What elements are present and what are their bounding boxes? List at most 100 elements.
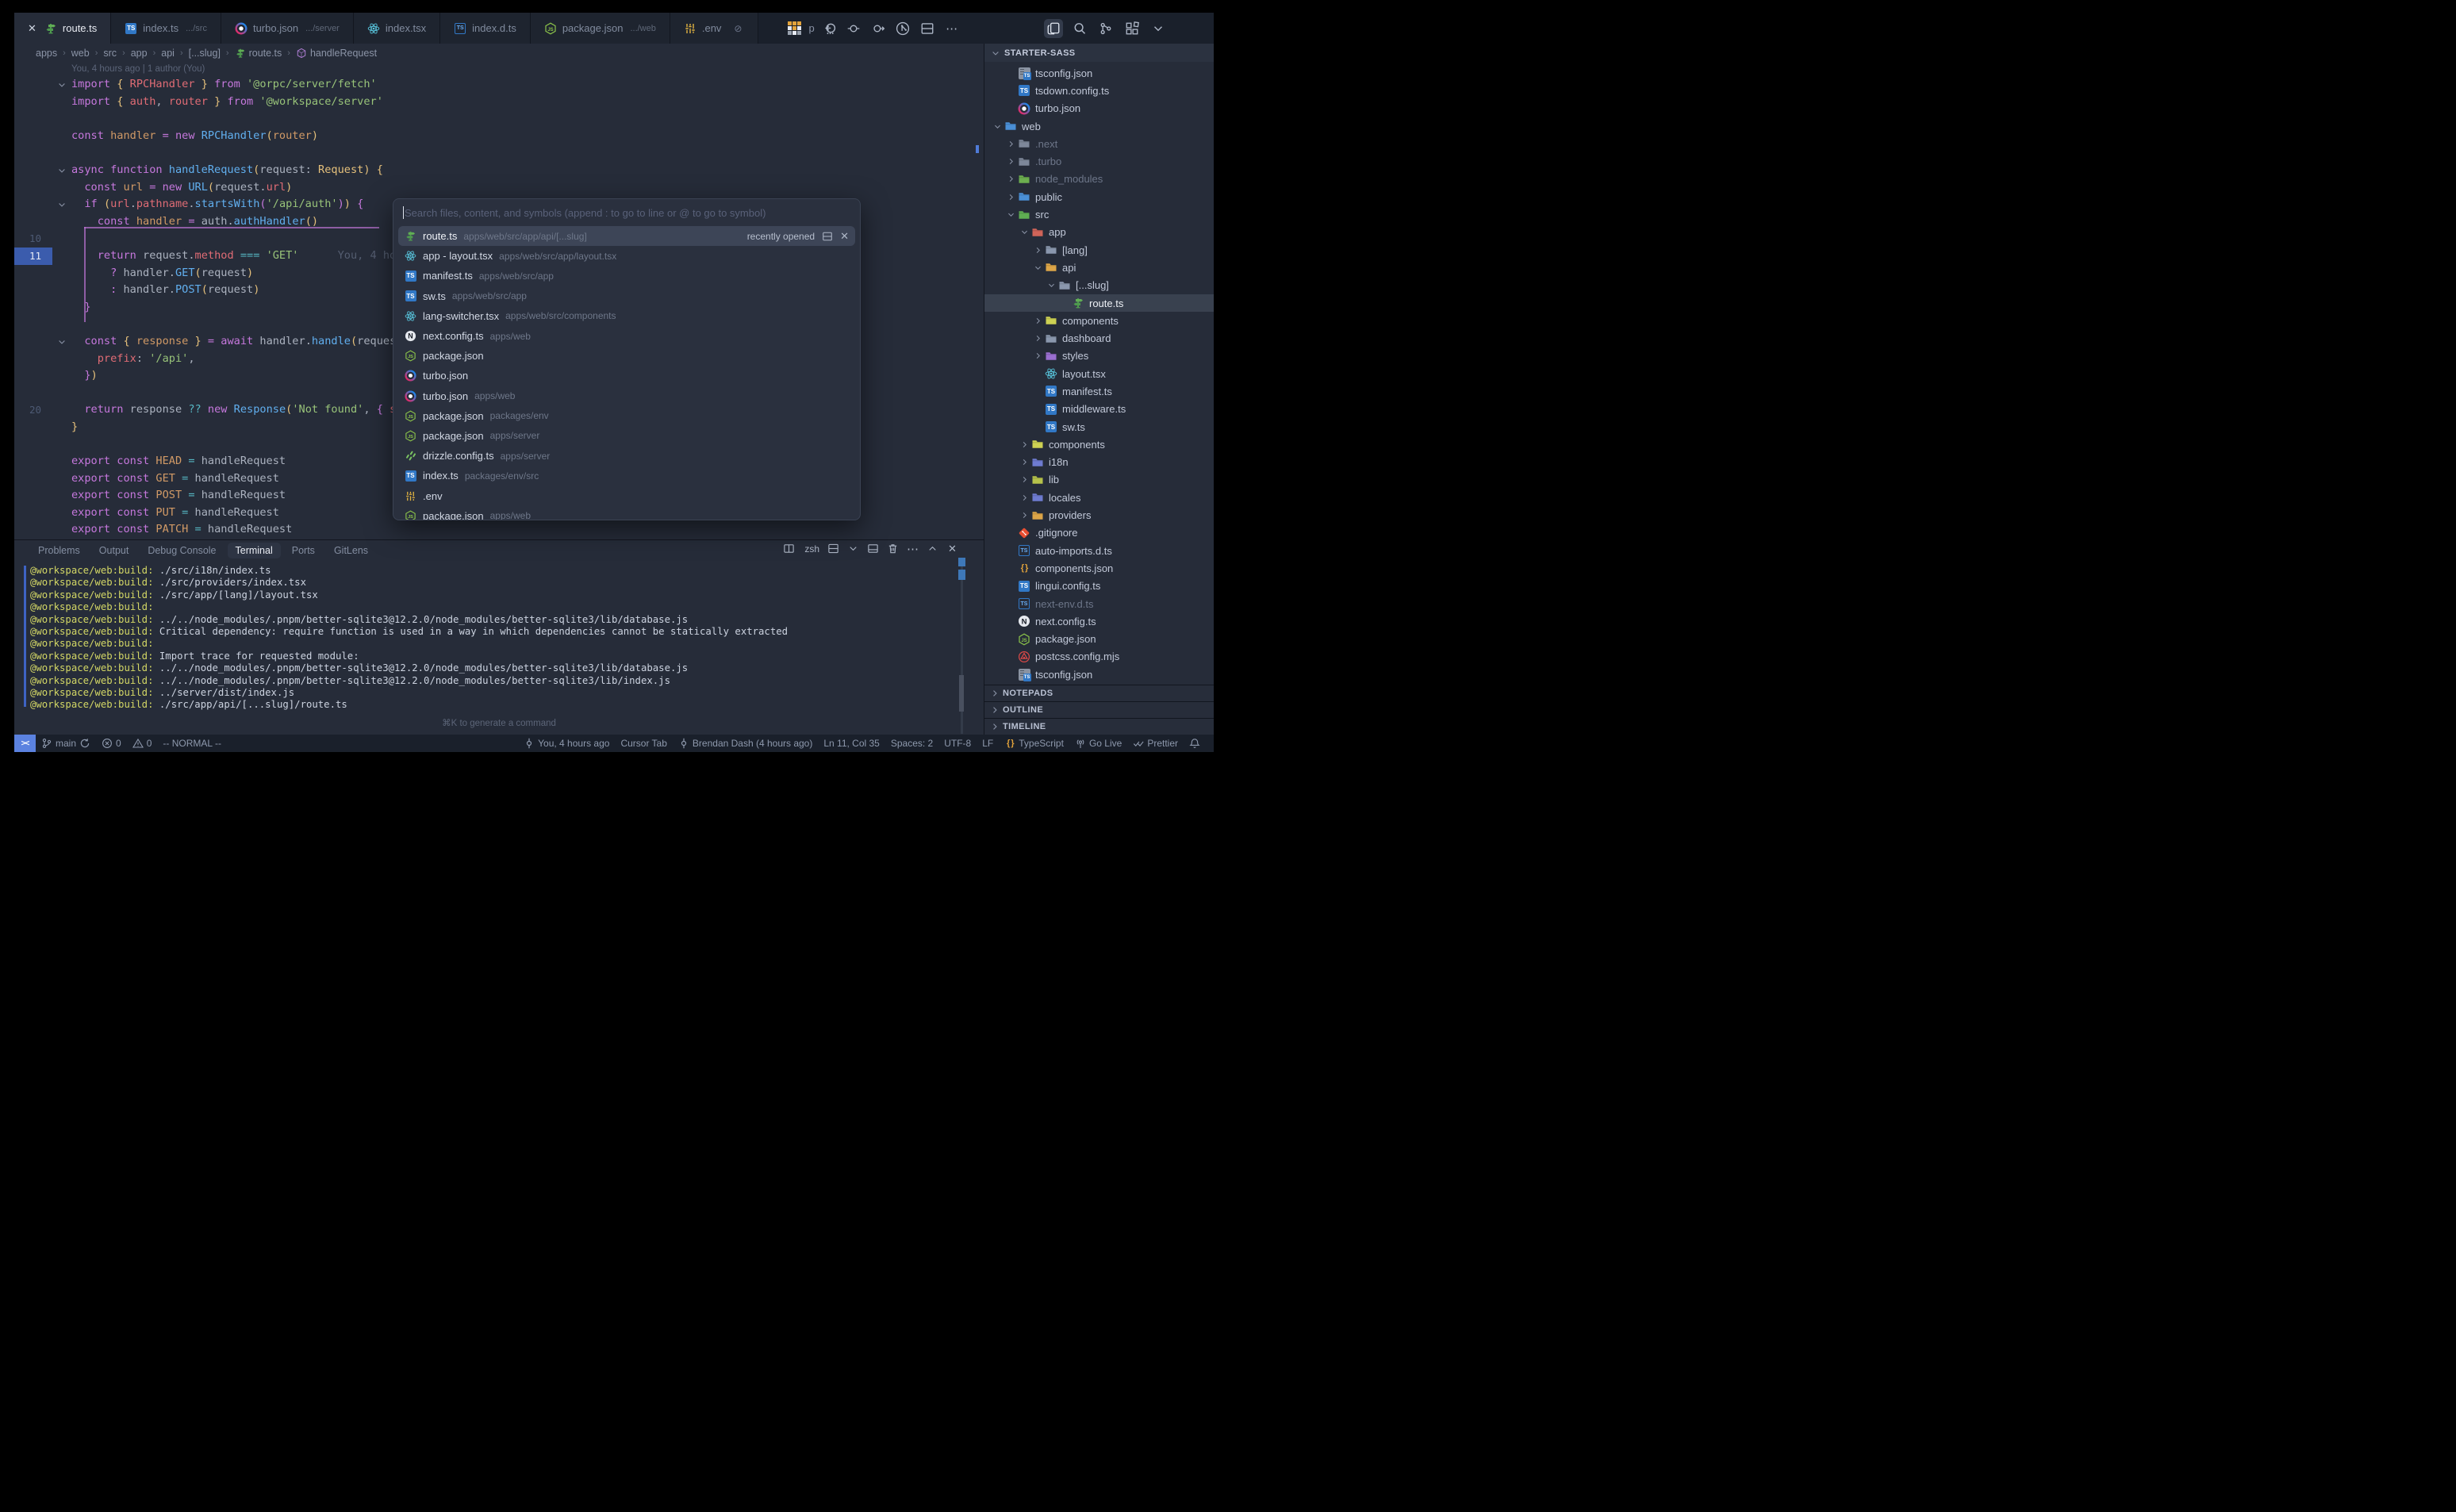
fold-chevron-icon[interactable] xyxy=(52,196,71,213)
tab-index.ts[interactable]: TSindex.ts.../src xyxy=(111,13,221,44)
explorer-section-header[interactable]: STARTER-SASS xyxy=(984,44,1214,62)
tree-item-.turbo[interactable]: .turbo xyxy=(984,152,1214,170)
quick-open-item[interactable]: TSsw.tsapps/web/src/app xyxy=(398,286,855,306)
tab-turbo.json[interactable]: turbo.json.../server xyxy=(221,13,354,44)
sidebar-section-outline[interactable]: OUTLINE xyxy=(984,701,1214,718)
breadcrumb-item-handleRequest[interactable]: handleRequest xyxy=(296,48,377,59)
status-item-spaces-2[interactable]: Spaces: 2 xyxy=(885,738,938,749)
panel-tab-ports[interactable]: Ports xyxy=(284,543,323,558)
quick-open-item[interactable]: TSmanifest.tsapps/web/src/app xyxy=(398,266,855,286)
tree-item-route.ts[interactable]: route.ts xyxy=(984,294,1214,312)
breadcrumb-item-src[interactable]: src xyxy=(103,48,117,59)
split-editor-icon[interactable] xyxy=(920,21,934,36)
tree-item-.next[interactable]: .next xyxy=(984,135,1214,152)
status-item-0[interactable]: 0 xyxy=(96,738,127,749)
tree-item-tsdown.config.ts[interactable]: TStsdown.config.ts xyxy=(984,82,1214,99)
fold-chevron-icon[interactable] xyxy=(52,162,71,179)
run-circle-icon[interactable] xyxy=(896,21,910,36)
status-item-lf[interactable]: LF xyxy=(977,738,999,749)
status-item-main[interactable]: main xyxy=(36,738,96,749)
status-item-utf-8[interactable]: UTF-8 xyxy=(938,738,977,749)
tree-item-lingui.config.ts[interactable]: TSlingui.config.ts xyxy=(984,578,1214,595)
quick-open-item[interactable]: lang-switcher.tsxapps/web/src/components xyxy=(398,306,855,326)
split-editor-icon[interactable] xyxy=(827,543,839,555)
graph-icon[interactable] xyxy=(1096,19,1115,38)
extensions-grid-icon[interactable] xyxy=(1122,19,1142,38)
chevron-down-icon[interactable] xyxy=(847,543,859,555)
tree-item-postcss.config.mjs[interactable]: postcss.config.mjs xyxy=(984,648,1214,666)
tree-item-next.config.ts[interactable]: Nnext.config.ts xyxy=(984,612,1214,630)
nav-circle-icon[interactable] xyxy=(846,21,861,36)
status-item-typescript[interactable]: { }TypeScript xyxy=(999,738,1069,749)
tree-item-auto-imports.d.ts[interactable]: TSauto-imports.d.ts xyxy=(984,542,1214,559)
status-item--normal-[interactable]: -- NORMAL -- xyxy=(157,738,227,749)
status-item-brendan-dash-4-hours-ago-[interactable]: Brendan Dash (4 hours ago) xyxy=(673,738,818,749)
tree-item-[lang][interactable]: [lang] xyxy=(984,241,1214,259)
breadcrumb-item-app[interactable]: app xyxy=(131,48,148,59)
quick-open-item[interactable]: JSpackage.jsonapps/web xyxy=(398,506,855,520)
panel-tab-gitlens[interactable]: GitLens xyxy=(326,543,376,558)
terminal-scrollbar-thumb[interactable] xyxy=(959,675,964,712)
close-icon[interactable]: ✕ xyxy=(840,230,849,243)
chevron-down-icon[interactable] xyxy=(1149,19,1168,38)
status-item-cursor-tab[interactable]: Cursor Tab xyxy=(615,738,672,749)
status-item-go-live[interactable]: Go Live xyxy=(1069,738,1127,749)
tree-item-components.json[interactable]: { }components.json xyxy=(984,559,1214,577)
tree-item-tsconfig.json[interactable]: TStsconfig.json xyxy=(984,666,1214,683)
panel-cols-icon[interactable] xyxy=(783,543,795,555)
chev-up-icon[interactable] xyxy=(927,543,938,555)
breadcrumb-item-web[interactable]: web xyxy=(71,48,90,59)
panel-tab-terminal[interactable]: Terminal xyxy=(228,543,281,558)
tab-index.tsx[interactable]: index.tsx xyxy=(354,13,440,44)
quick-open-item[interactable]: turbo.json xyxy=(398,366,855,386)
tree-item-lib[interactable]: lib xyxy=(984,471,1214,489)
tree-item-app[interactable]: app xyxy=(984,224,1214,241)
panel-tab-problems[interactable]: Problems xyxy=(30,543,88,558)
quick-open-input[interactable]: Search files, content, and symbols (appe… xyxy=(393,199,860,226)
tree-item-package.json[interactable]: JSpackage.json xyxy=(984,631,1214,648)
tree-item-[...slug][interactable]: [...slug] xyxy=(984,277,1214,294)
search-icon[interactable] xyxy=(1070,19,1089,38)
status-item-0[interactable]: 0 xyxy=(127,738,158,749)
tree-item-.gitignore[interactable]: .gitignore xyxy=(984,524,1214,542)
quick-open-item[interactable]: JSpackage.json xyxy=(398,346,855,366)
tree-item-turbo.json[interactable]: turbo.json xyxy=(984,100,1214,117)
status-item-prettier[interactable]: Prettier xyxy=(1127,738,1184,749)
fold-chevron-icon[interactable] xyxy=(52,333,71,351)
terminal-output[interactable]: @workspace/web:build: ./src/i18n/index.t… xyxy=(14,560,984,712)
fold-chevron-icon[interactable] xyxy=(52,76,71,94)
tab-index.d.ts[interactable]: TSindex.d.ts xyxy=(440,13,531,44)
tree-item-sw.ts[interactable]: TSsw.ts xyxy=(984,418,1214,436)
sidebar-section-timeline[interactable]: TIMELINE xyxy=(984,718,1214,735)
remote-indicator[interactable]: >< xyxy=(14,735,36,752)
split-editor-icon[interactable] xyxy=(822,231,833,242)
quick-open-item[interactable]: route.tsapps/web/src/app/api/[...slug]re… xyxy=(398,226,855,246)
tree-item-i18n[interactable]: i18n xyxy=(984,454,1214,471)
tree-item-api[interactable]: api xyxy=(984,259,1214,276)
tree-item-layout.tsx[interactable]: layout.tsx xyxy=(984,365,1214,382)
tree-item-locales[interactable]: locales xyxy=(984,489,1214,506)
copy-pages-icon[interactable] xyxy=(1044,19,1063,38)
tree-item-components[interactable]: components xyxy=(984,436,1214,453)
status-item-ln-11-col-35[interactable]: Ln 11, Col 35 xyxy=(818,738,885,749)
quick-open-item[interactable]: turbo.jsonapps/web xyxy=(398,386,855,406)
status-item-you-4-hours-ago[interactable]: You, 4 hours ago xyxy=(518,738,615,749)
quick-open-item[interactable]: TSindex.tspackages/env/src xyxy=(398,466,855,485)
quick-open-item[interactable]: drizzle.config.tsapps/server xyxy=(398,446,855,466)
panel-tab-debug-console[interactable]: Debug Console xyxy=(140,543,224,558)
tree-item-styles[interactable]: styles xyxy=(984,347,1214,365)
close-x-icon[interactable]: ✕ xyxy=(946,543,958,555)
tab-package.json[interactable]: JSpackage.json.../web xyxy=(531,13,670,44)
breadcrumb-item-[...slug][interactable]: [...slug] xyxy=(189,48,221,59)
tree-item-middleware.ts[interactable]: TSmiddleware.ts xyxy=(984,401,1214,418)
tab-.env[interactable]: .env⊘ xyxy=(670,13,759,44)
sidebar-section-notepads[interactable]: NOTEPADS xyxy=(984,685,1214,701)
quick-open-item[interactable]: JSpackage.jsonapps/server xyxy=(398,426,855,446)
tree-item-web[interactable]: web xyxy=(984,117,1214,135)
tree-item-node_modules[interactable]: node_modules xyxy=(984,171,1214,188)
more-icon[interactable]: ⋯ xyxy=(907,543,919,555)
tree-item-public[interactable]: public xyxy=(984,188,1214,205)
nav-forward-icon[interactable] xyxy=(871,21,885,36)
panel-bottom-icon[interactable] xyxy=(867,543,879,555)
more-icon[interactable]: ⋯ xyxy=(945,21,959,36)
